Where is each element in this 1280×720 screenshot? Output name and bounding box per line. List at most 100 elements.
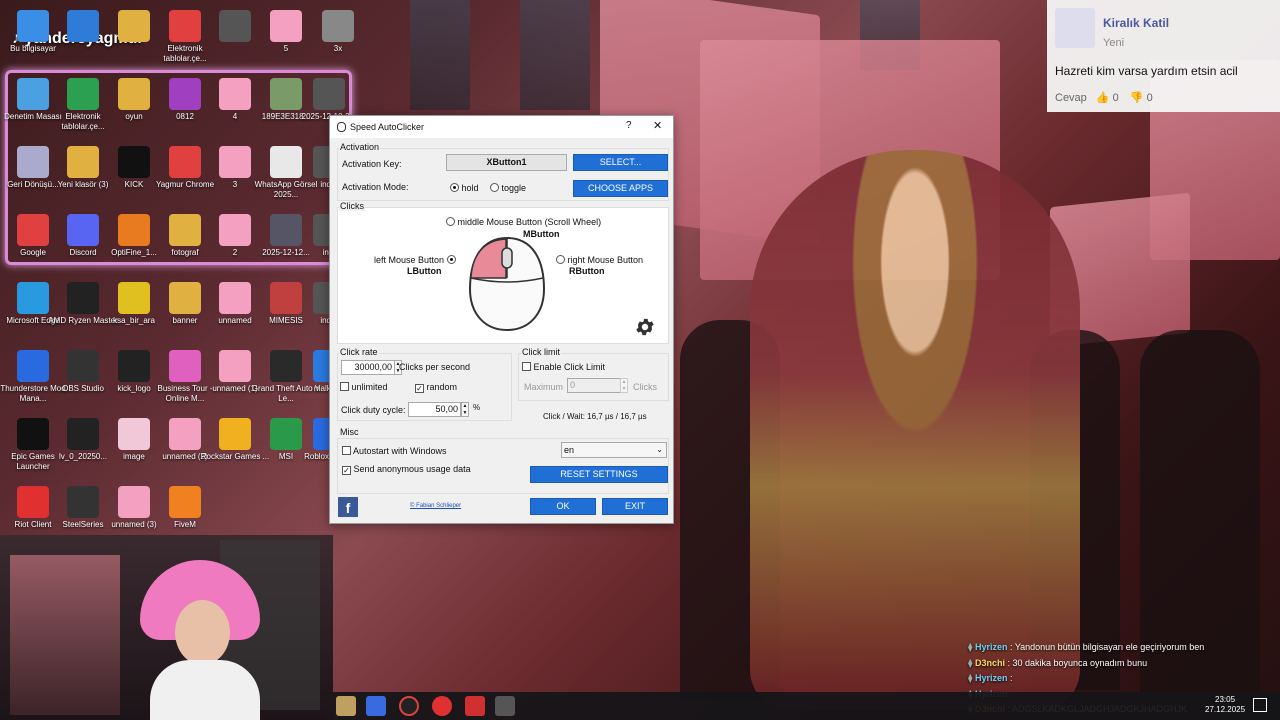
chat-username[interactable]: D3nchi xyxy=(975,658,1005,668)
title-bar[interactable]: Speed AutoClicker ? ✕ xyxy=(330,116,673,138)
desktop-app-icon xyxy=(313,78,345,110)
duty-cycle-input[interactable]: 50,00 xyxy=(408,402,461,417)
mode-hold-radio[interactable]: hold xyxy=(450,183,479,193)
taskbar-app-icon[interactable] xyxy=(399,696,419,716)
desktop-app-icon xyxy=(219,418,251,450)
left-button-code: LButton xyxy=(407,266,442,276)
notification-center-icon[interactable] xyxy=(1253,698,1267,712)
chat-username[interactable]: Hyrizen xyxy=(975,673,1008,683)
send-data-checkbox[interactable]: ✓ Send anonymous usage data xyxy=(342,464,471,475)
desktop-app-icon xyxy=(118,486,150,518)
select-key-button[interactable]: SELECT... xyxy=(573,154,668,171)
hold-label: hold xyxy=(461,183,479,193)
duty-cycle-unit: % xyxy=(473,403,481,412)
radio-selected xyxy=(450,183,459,192)
author-link[interactable]: © Fabian Schlieper xyxy=(410,503,461,509)
checkbox-unchecked xyxy=(522,362,531,371)
desktop-icon-label: Bu bilgisayar xyxy=(10,44,56,53)
exit-button[interactable]: EXIT xyxy=(602,498,668,515)
random-checkbox[interactable]: ✓ random xyxy=(415,382,457,393)
taskbar-clock[interactable]: 23:05 27.12.2025 xyxy=(1205,695,1245,715)
desktop-icon-label: MSI xyxy=(278,452,294,461)
desktop-app-icon xyxy=(219,10,251,42)
thumbs-down-icon[interactable]: 👎 xyxy=(1130,92,1144,104)
desktop-app-icon xyxy=(169,282,201,314)
click-limit-group-label: Click limit xyxy=(521,347,561,357)
desktop-app-icon xyxy=(17,350,49,382)
webcam-overlay xyxy=(0,535,333,720)
unlimited-checkbox[interactable]: unlimited xyxy=(340,382,388,392)
desktop-icon-label: 0812 xyxy=(176,112,194,121)
desktop-icon-label: KICK xyxy=(124,180,144,189)
reset-settings-button[interactable]: RESET SETTINGS xyxy=(530,466,668,483)
settings-gear-icon[interactable] xyxy=(634,316,656,338)
desktop-icon[interactable]: FiveM xyxy=(150,486,220,530)
desktop-icon-label: banner xyxy=(172,316,198,325)
desktop-app-icon xyxy=(17,10,49,42)
left-button-radio[interactable]: left Mouse Button xyxy=(374,255,456,265)
desktop-icon[interactable]: 3x xyxy=(303,10,373,54)
taskbar-app-icon[interactable] xyxy=(366,696,386,716)
choose-apps-button[interactable]: CHOOSE APPS xyxy=(573,180,668,197)
desktop-app-icon xyxy=(118,214,150,246)
maximum-spinner[interactable]: ▲ ▼ xyxy=(620,378,628,393)
chat-message: ⧫ Hyrizen : xyxy=(968,671,1280,687)
desktop-app-icon xyxy=(169,350,201,382)
desktop-icon-label: fotograf xyxy=(171,248,199,257)
close-button[interactable]: ✕ xyxy=(653,119,662,132)
desktop-app-icon xyxy=(169,486,201,518)
desktop-icon-label: image xyxy=(123,452,145,461)
taskbar-app-icon[interactable] xyxy=(336,696,356,716)
radio-unselected xyxy=(490,183,499,192)
autostart-checkbox[interactable]: Autostart with Windows xyxy=(342,446,447,456)
unlimited-label: unlimited xyxy=(351,382,388,392)
reply-button[interactable]: Cevap xyxy=(1055,92,1087,104)
desktop-icon-label: 3x xyxy=(333,44,343,53)
clicks-group-label: Clicks xyxy=(339,201,365,211)
language-select[interactable]: en ⌄ xyxy=(561,442,667,458)
duty-cycle-spinner[interactable]: ▲ ▼ xyxy=(461,402,469,417)
chat-text: 30 dakika boyunca oynadım bunu xyxy=(1012,657,1148,668)
taskbar-app-icon[interactable] xyxy=(432,696,452,716)
random-label: random xyxy=(426,382,458,392)
desktop-app-icon xyxy=(219,78,251,110)
taskbar-autoclicker-icon[interactable] xyxy=(495,696,515,716)
desktop-app-icon xyxy=(169,418,201,450)
desktop-app-icon xyxy=(17,78,49,110)
right-button-radio[interactable]: right Mouse Button xyxy=(556,255,643,265)
clock-time: 23:05 xyxy=(1215,695,1236,704)
desktop-icon-label: OBS Studio xyxy=(62,384,104,393)
middle-button-radio[interactable]: middle Mouse Button (Scroll Wheel) xyxy=(446,217,601,227)
click-rate-input[interactable]: 30000,00 xyxy=(341,360,395,375)
desktop-app-icon xyxy=(67,214,99,246)
enable-click-limit-checkbox[interactable]: Enable Click Limit xyxy=(522,362,605,372)
chat-message: ⧫ Hyrizen : Yandonun bütün bilgisayarı e… xyxy=(968,640,1280,656)
badge-icon: ⧫ xyxy=(968,673,975,683)
ok-button[interactable]: OK xyxy=(530,498,596,515)
desktop-app-icon xyxy=(270,10,302,42)
chat-separator: : xyxy=(1007,642,1015,652)
desktop-app-icon xyxy=(118,146,150,178)
desktop-app-icon xyxy=(17,214,49,246)
radio-unselected xyxy=(446,217,455,226)
click-rate-group-label: Click rate xyxy=(339,347,379,357)
facebook-icon[interactable]: f xyxy=(338,497,358,517)
taskbar-app-icon[interactable] xyxy=(465,696,485,716)
desktop-app-icon xyxy=(118,282,150,314)
autostart-label: Autostart with Windows xyxy=(353,446,447,456)
chat-message: ⧫ D3nchi : 30 dakika boyunca oynadım bun… xyxy=(968,656,1280,672)
thumbs-up-icon[interactable]: 👍 xyxy=(1096,92,1110,104)
help-button[interactable]: ? xyxy=(626,120,632,131)
mouse-illustration-icon xyxy=(468,236,546,332)
desktop-app-icon xyxy=(169,10,201,42)
chat-username[interactable]: Hyrizen xyxy=(975,642,1008,652)
desktop-icon-label: 4 xyxy=(232,112,238,121)
activation-key-field[interactable]: XButton1 xyxy=(446,154,567,171)
checkbox-unchecked xyxy=(342,446,351,455)
radio-selected xyxy=(446,255,456,264)
mode-toggle-radio[interactable]: toggle xyxy=(490,183,526,193)
dislike-count: 0 xyxy=(1146,92,1153,104)
maximum-input[interactable]: 0 xyxy=(567,378,621,393)
desktop-icon-label: 5 xyxy=(283,44,289,53)
desktop-app-icon xyxy=(219,146,251,178)
